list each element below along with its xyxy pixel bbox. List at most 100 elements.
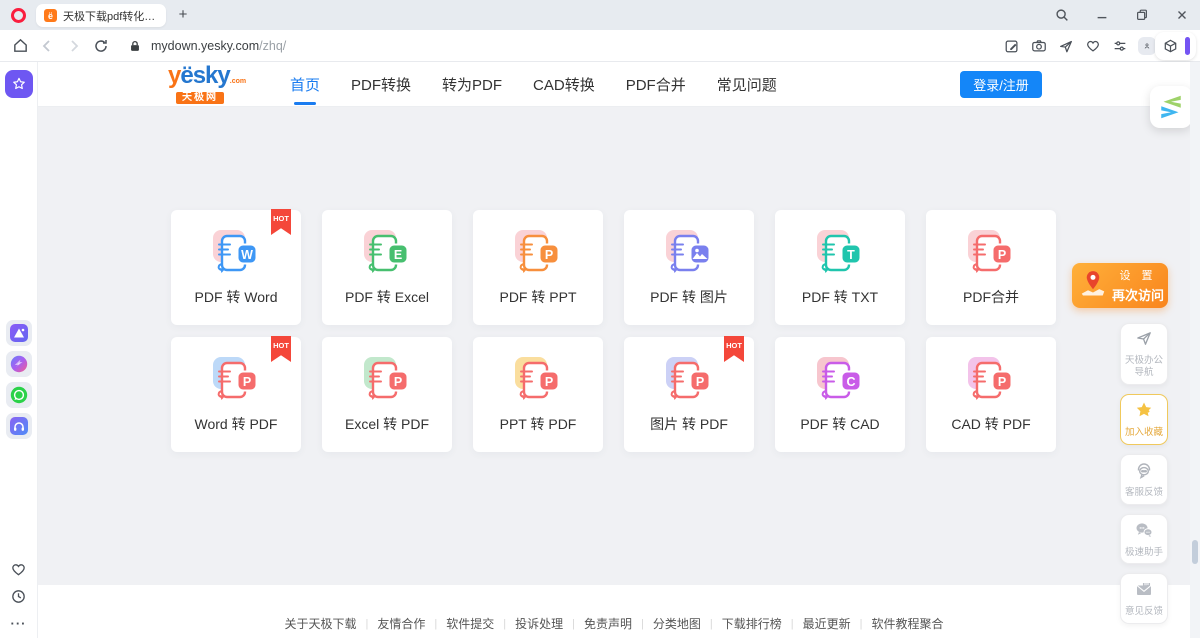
footer-separator: | (434, 618, 437, 630)
footer-link-分类地图[interactable]: 分类地图 (653, 615, 701, 632)
more-dots-icon[interactable]: ··· (10, 614, 28, 632)
footer-link-最近更新[interactable]: 最近更新 (803, 615, 851, 632)
card-label: PDF 转 Word (195, 287, 278, 307)
logo-first-letter: y (168, 62, 180, 89)
whatsapp-icon[interactable] (6, 382, 32, 408)
browser-tab[interactable]: ë 天极下载pdf转化工具 (36, 4, 166, 27)
footer-separator: | (791, 618, 794, 630)
tool-card-Word 转 PDF[interactable]: PWord 转 PDFHOT (171, 337, 301, 452)
doc-convert-icon: P (510, 228, 566, 278)
widget-加入收藏[interactable]: 加入收藏 (1120, 394, 1168, 445)
widget-极速助手[interactable]: 极速助手 (1120, 514, 1168, 565)
history-clock-icon[interactable] (10, 587, 28, 605)
home-icon[interactable] (11, 37, 29, 55)
profile-icon[interactable] (1138, 37, 1156, 55)
page-scrollbar[interactable] (1190, 62, 1200, 638)
doc-convert-icon: P (661, 355, 717, 405)
footer-separator: | (641, 618, 644, 630)
footer-link-软件提交[interactable]: 软件提交 (446, 615, 494, 632)
footer-separator: | (860, 618, 863, 630)
widget-label: 客服反馈 (1125, 487, 1163, 499)
nav-item-首页[interactable]: 首页 (290, 70, 320, 99)
widget-客服反馈[interactable]: 客服反馈 (1120, 454, 1168, 505)
svg-text:P: P (545, 248, 553, 262)
back-icon[interactable] (38, 37, 56, 55)
edit-icon[interactable] (1003, 37, 1021, 55)
tool-card-PDF 转 PPT[interactable]: PPDF 转 PPT (473, 210, 603, 325)
tool-card-PDF 转 Word[interactable]: WPDF 转 WordHOT (171, 210, 301, 325)
footer-separator: | (572, 618, 575, 630)
tool-card-PPT 转 PDF[interactable]: P PPT 转 PDF (473, 337, 603, 452)
footer-link-下载排行榜[interactable]: 下载排行榜 (722, 615, 782, 632)
url-text[interactable]: mydown.yesky.com/zhq/ (151, 39, 286, 53)
tool-card-Excel 转 PDF[interactable]: PExcel 转 PDF (322, 337, 452, 452)
opera-logo[interactable] (11, 8, 26, 23)
paper-plane-icon (1135, 329, 1154, 353)
tool-cards-grid: WPDF 转 WordHOTEPDF 转 ExcelPPDF 转 PPTPDF … (171, 210, 1056, 452)
tool-card-PDF 转 图片[interactable]: PDF 转 图片 (624, 210, 754, 325)
footer-link-投诉处理[interactable]: 投诉处理 (515, 615, 563, 632)
tool-card-PDF 转 TXT[interactable]: TPDF 转 TXT (775, 210, 905, 325)
footer-separator: | (366, 618, 369, 630)
widget-意见反馈[interactable]: 意见反馈 (1120, 573, 1168, 624)
login-register-button[interactable]: 登录/注册 (960, 71, 1042, 98)
messenger-icon[interactable] (6, 351, 32, 377)
camera-icon[interactable] (1030, 37, 1048, 55)
restore-icon[interactable] (1134, 7, 1150, 23)
side-widgets: 天极办公导航加入收藏客服反馈极速助手意见反馈 (1120, 323, 1168, 624)
footer-link-友情合作[interactable]: 友情合作 (377, 615, 425, 632)
address-bar[interactable]: mydown.yesky.com/zhq/ (126, 37, 286, 55)
active-extension-indicator (1185, 37, 1190, 55)
hot-badge: HOT (271, 336, 291, 362)
extension-float-button[interactable] (1150, 86, 1192, 128)
heart-icon[interactable] (1084, 37, 1102, 55)
reload-icon[interactable] (92, 37, 110, 55)
star-icon (1134, 400, 1154, 425)
minimize-icon[interactable] (1094, 7, 1110, 23)
nav-item-转为PDF[interactable]: 转为PDF (442, 70, 502, 99)
nav-item-PDF转换[interactable]: PDF转换 (351, 70, 411, 99)
search-icon[interactable] (1054, 7, 1070, 23)
headphones-icon[interactable] (6, 413, 32, 439)
tool-card-PDF 转 CAD[interactable]: CPDF 转 CAD (775, 337, 905, 452)
card-label: PPT 转 PDF (500, 414, 577, 434)
cube-icon[interactable] (1161, 37, 1179, 55)
card-label: PDF合并 (963, 287, 1019, 307)
doc-convert-icon: P (208, 355, 264, 405)
pinboard-star-icon[interactable] (5, 70, 33, 98)
url-domain: mydown.yesky.com (151, 39, 259, 53)
send-icon[interactable] (1057, 37, 1075, 55)
doc-convert-icon (661, 228, 717, 278)
sliders-icon[interactable] (1111, 37, 1129, 55)
s-logo-icon (1156, 92, 1186, 122)
banner-line1: 设 置 (1112, 267, 1164, 283)
nav-item-CAD转换[interactable]: CAD转换 (533, 70, 595, 99)
footer-links: 关于天极下载|友情合作|软件提交|投诉处理|免责声明|分类地图|下载排行榜|最近… (284, 615, 943, 632)
tool-card-图片 转 PDF[interactable]: P图片 转 PDFHOT (624, 337, 754, 452)
new-tab-button[interactable]: + (172, 3, 194, 25)
lock-icon[interactable] (126, 37, 144, 55)
footer-link-免责声明[interactable]: 免责声明 (584, 615, 632, 632)
svg-text:P: P (696, 375, 704, 389)
chat-bubbles-icon (1134, 520, 1154, 545)
tool-card-PDF 转 Excel[interactable]: EPDF 转 Excel (322, 210, 452, 325)
nav-item-常见问题[interactable]: 常见问题 (717, 70, 777, 99)
svg-text:P: P (545, 375, 553, 389)
aria-icon[interactable] (6, 320, 32, 346)
svg-text:P: P (998, 248, 1006, 262)
yesky-logo[interactable]: yësky.com 天极网 (168, 64, 246, 104)
footer-link-关于天极下载[interactable]: 关于天极下载 (284, 615, 356, 632)
tab-title: 天极下载pdf转化工具 (63, 8, 158, 24)
card-label: 图片 转 PDF (650, 414, 728, 434)
scrollbar-thumb[interactable] (1192, 540, 1198, 564)
tool-card-CAD 转 PDF[interactable]: PCAD 转 PDF (926, 337, 1056, 452)
close-icon[interactable] (1174, 7, 1190, 23)
nav-item-PDF合并[interactable]: PDF合并 (626, 70, 686, 99)
forward-icon[interactable] (65, 37, 83, 55)
set-revisit-banner[interactable]: 设 置 再次访问 (1072, 263, 1168, 308)
widget-天极办公导航[interactable]: 天极办公导航 (1120, 323, 1168, 385)
extensions-panel[interactable] (1155, 32, 1196, 60)
likes-heart-icon[interactable] (10, 560, 28, 578)
footer-link-软件教程聚合[interactable]: 软件教程聚合 (871, 615, 943, 632)
tool-card-PDF合并[interactable]: P PDF合并 (926, 210, 1056, 325)
